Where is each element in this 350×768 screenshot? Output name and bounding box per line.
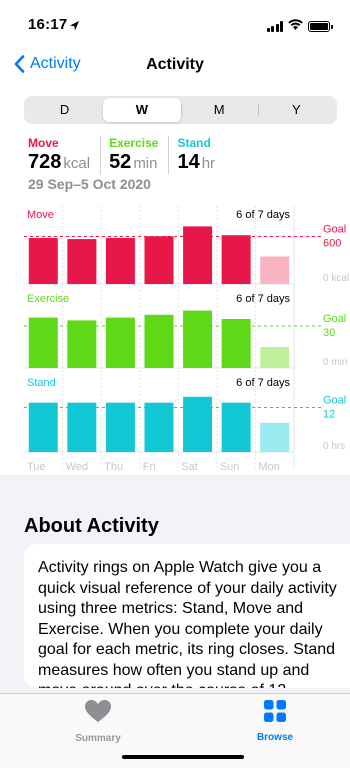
exercise-zero-label: 0 min (323, 357, 347, 368)
x-tick-label: Sat (181, 461, 198, 473)
move-bar (28, 238, 58, 284)
status-time: 16:17 (28, 16, 68, 33)
stand-zero-label: 0 hrs (323, 441, 345, 452)
exercise-goal-value: 30 (323, 327, 335, 339)
location-arrow-icon (70, 18, 79, 36)
move-day-count: 6 of 7 days (236, 209, 290, 221)
move-summary: Move 728 kcal (28, 136, 102, 174)
home-indicator (122, 755, 244, 759)
page-title: Activity (146, 56, 204, 73)
x-tick-label: Wed (66, 461, 88, 473)
activity-card: D W M Y Move 728 kcal Exercise 52 min Stan… (0, 88, 350, 475)
segment-week[interactable]: W (103, 98, 181, 122)
nav-bar: Activity Activity (0, 44, 350, 88)
stand-panel-label: Stand (27, 377, 56, 389)
stand-day-count: 6 of 7 days (236, 377, 290, 389)
move-value: 728 (28, 151, 62, 173)
stand-bar (28, 402, 58, 452)
stand-bar (221, 402, 251, 452)
segment-divider (180, 104, 182, 116)
move-bar (105, 238, 135, 284)
stand-value: 14 (177, 151, 200, 173)
segment-divider (257, 104, 259, 116)
x-tick-label: Tue (27, 461, 46, 473)
move-bar (183, 226, 213, 284)
x-tick-label: Fri (143, 461, 156, 473)
status-icons (266, 17, 333, 35)
exercise-value: 52 (109, 151, 132, 173)
exercise-bar (28, 317, 58, 368)
move-label: Move (28, 136, 59, 150)
exercise-bar (67, 320, 97, 368)
stand-goal-label: Goal (323, 395, 346, 407)
move-bar (67, 239, 97, 284)
exercise-bar (260, 347, 290, 368)
exercise-goal-label: Goal (323, 313, 346, 325)
x-tick-label: Thu (104, 461, 123, 473)
tab-bar: Summary Browse (0, 693, 350, 768)
x-tick-label: Mon (258, 461, 279, 473)
grid-icon (264, 700, 286, 722)
segment-day[interactable]: D (26, 98, 103, 122)
stand-bar (183, 396, 213, 452)
segment-month-label: M (213, 102, 225, 117)
signal-icon (266, 20, 283, 32)
segment-year-label: Y (292, 102, 301, 117)
move-panel-label: Move (27, 209, 54, 221)
activity-chart[interactable]: Move 6 of 7 days Goal 600 0 kcal Exercise 6 of… (24, 206, 350, 475)
date-range: 29 Sep–5 Oct 2020 (28, 176, 151, 192)
stand-bar (260, 422, 290, 452)
about-card: Activity rings on Apple Watch give you a… (24, 544, 350, 688)
move-goal-value: 600 (323, 237, 341, 249)
move-unit: kcal (63, 155, 91, 172)
stand-label: Stand (177, 136, 211, 150)
tab-browse[interactable]: Browse (235, 700, 315, 743)
battery-icon (308, 20, 333, 32)
about-title: About Activity (24, 515, 159, 537)
move-goal-label: Goal (323, 223, 346, 235)
stand-bar (67, 402, 97, 452)
exercise-summary: Exercise 52 min (109, 136, 170, 174)
exercise-bar (105, 317, 135, 368)
exercise-panel-label: Exercise (27, 293, 69, 305)
about-text: Activity rings on Apple Watch give you a… (38, 559, 337, 688)
scroll-content[interactable]: D W M Y Move 728 kcal Exercise 52 min Stan… (0, 88, 350, 688)
move-zero-label: 0 kcal (323, 273, 349, 284)
move-bar (260, 256, 290, 284)
tab-summary-label: Summary (75, 733, 121, 744)
stand-bar (105, 402, 135, 452)
segment-year[interactable]: Y (257, 98, 335, 122)
stand-goal-value: 12 (323, 409, 335, 421)
status-bar: 16:17 (0, 0, 350, 44)
heart-icon (85, 700, 111, 722)
exercise-bar (183, 310, 213, 368)
weekly-summary: Move 728 kcal Exercise 52 min Stand 14 hr (28, 136, 233, 174)
wifi-icon (288, 17, 303, 35)
x-tick-label: Sun (220, 461, 240, 473)
stand-summary: Stand 14 hr (177, 136, 225, 174)
tab-summary[interactable]: Summary (58, 700, 138, 744)
period-segmented-control: D W M Y (24, 96, 337, 124)
segment-month[interactable]: M (180, 98, 258, 122)
exercise-bar (144, 314, 174, 368)
tab-browse-label: Browse (256, 732, 294, 743)
stand-bar (144, 402, 174, 452)
exercise-label: Exercise (109, 136, 159, 150)
move-bar (221, 235, 251, 284)
stand-unit: hr (201, 155, 216, 172)
move-bar (144, 236, 174, 284)
exercise-day-count: 6 of 7 days (236, 293, 290, 305)
exercise-unit: min (133, 155, 158, 172)
